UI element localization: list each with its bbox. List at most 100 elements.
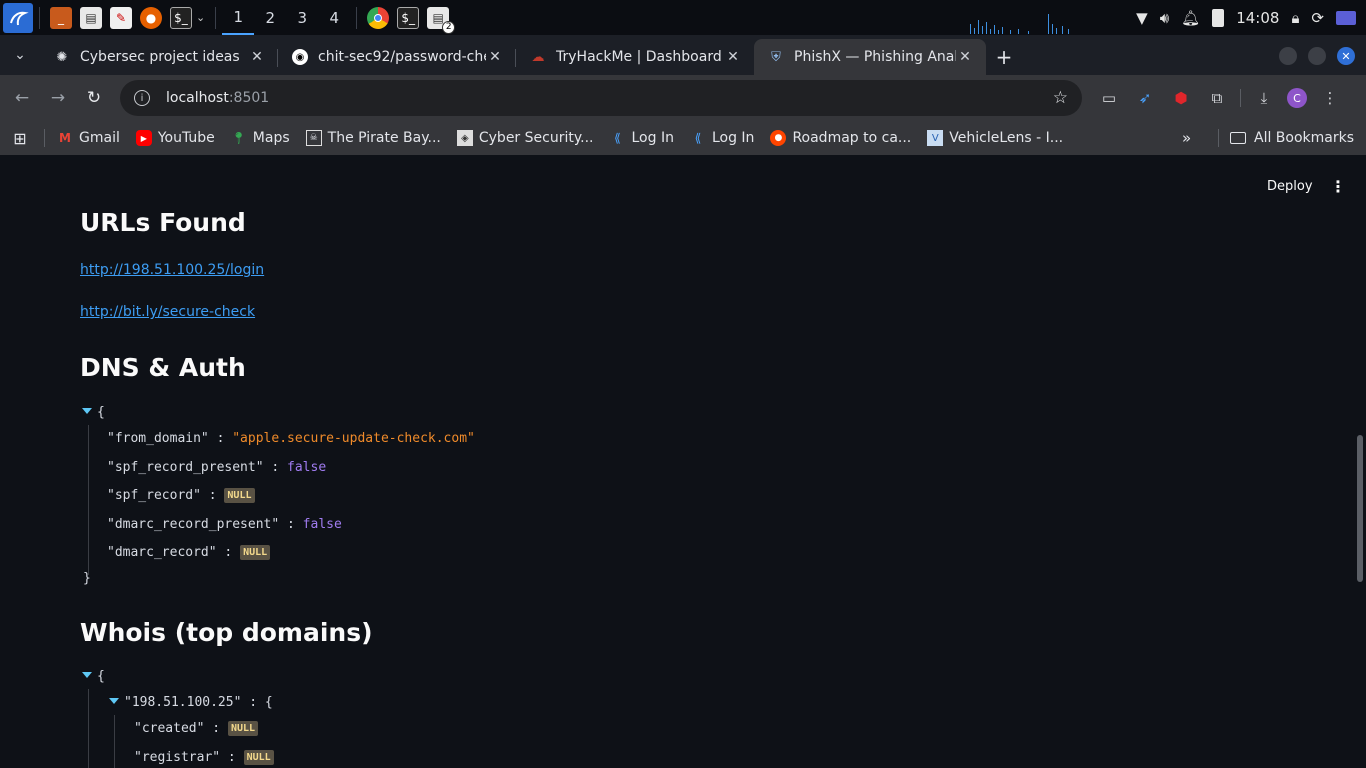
page-scrollbar[interactable] bbox=[1357, 435, 1363, 582]
cursor-extension-icon[interactable]: ➶ bbox=[1132, 85, 1158, 111]
bookmark-login-2[interactable]: ⟪ Log In bbox=[690, 130, 755, 146]
close-icon[interactable]: ✕ bbox=[956, 49, 974, 65]
tab-github-password[interactable]: ◉ chit-sec92/password-che ✕ bbox=[278, 39, 516, 75]
apps-grid-icon[interactable]: ⊞ bbox=[0, 129, 40, 148]
clock[interactable]: 14:08 bbox=[1236, 9, 1279, 27]
ublock-icon[interactable]: ⬢ bbox=[1168, 85, 1194, 111]
json-open-brace: { bbox=[97, 669, 105, 684]
collapse-caret-icon[interactable] bbox=[109, 698, 119, 704]
workspace-4[interactable]: 4 bbox=[318, 0, 350, 35]
bookmark-youtube[interactable]: ▶ YouTube bbox=[135, 130, 215, 146]
json-row-from-domain: "from_domain" : "apple.secure-update-che… bbox=[107, 431, 475, 446]
collapse-caret-icon[interactable] bbox=[82, 408, 92, 414]
json-close-brace: } bbox=[83, 571, 91, 586]
url-text[interactable]: localhost:8501 bbox=[166, 90, 269, 106]
tryhackme-icon: ☁ bbox=[531, 49, 545, 65]
tab-title: PhishX — Phishing Analy bbox=[794, 49, 956, 65]
firefox-icon[interactable]: ● bbox=[140, 6, 162, 29]
tab-tryhackme[interactable]: ☁ TryHackMe | Dashboard ✕ bbox=[516, 39, 754, 75]
profile-avatar[interactable]: C bbox=[1287, 88, 1307, 108]
null-badge: NULL bbox=[224, 488, 255, 503]
all-bookmarks[interactable]: All Bookmarks bbox=[1218, 121, 1354, 155]
urls-found-heading: URLs Found bbox=[80, 208, 246, 237]
tab-title: Cybersec project ideas bbox=[80, 49, 240, 65]
toolbar-divider bbox=[1240, 89, 1241, 107]
close-icon[interactable]: ✕ bbox=[248, 49, 266, 65]
download-icon[interactable]: ⤓ bbox=[1251, 85, 1277, 111]
workspace-3[interactable]: 3 bbox=[286, 0, 318, 35]
display-icon[interactable] bbox=[1336, 10, 1356, 25]
json-open-brace: { bbox=[97, 405, 105, 420]
bookmark-star-icon[interactable]: ☆ bbox=[1053, 88, 1068, 108]
extensions-area: ▭ ➶ ⬢ ⧉ ⤓ C ⋮ bbox=[1096, 80, 1343, 116]
json-row-spf-present: "spf_record_present" : false bbox=[107, 460, 327, 475]
json-guide-line bbox=[88, 425, 89, 575]
wifi-icon[interactable]: ▼ bbox=[1136, 9, 1148, 27]
workspace-2[interactable]: 2 bbox=[254, 0, 286, 35]
chrome-icon[interactable] bbox=[367, 6, 390, 29]
taskbar-divider bbox=[39, 6, 40, 29]
tab-cybersec-ideas[interactable]: ✺ Cybersec project ideas ✕ bbox=[40, 39, 278, 75]
close-window-button[interactable]: ✕ bbox=[1337, 47, 1355, 65]
kali-menu-icon[interactable] bbox=[3, 2, 33, 33]
close-icon[interactable]: ✕ bbox=[724, 49, 742, 65]
files-window-icon[interactable]: ▤ 2 bbox=[427, 6, 456, 34]
reload-icon[interactable]: ↻ bbox=[76, 80, 112, 116]
url-link-1[interactable]: http://198.51.100.25/login bbox=[80, 262, 264, 278]
tab-title: TryHackMe | Dashboard bbox=[556, 49, 722, 65]
json-guide-line bbox=[114, 715, 115, 768]
json-row-registrar: "registrar" : NULL bbox=[134, 750, 274, 765]
collapse-caret-icon[interactable] bbox=[82, 672, 92, 678]
bookmark-roadmap[interactable]: ● Roadmap to ca... bbox=[770, 130, 911, 146]
cybersec-icon: ◈ bbox=[456, 130, 473, 146]
more-bookmarks-chevron-icon[interactable]: » bbox=[1182, 129, 1191, 147]
bookmark-maps[interactable]: 📍︎ Maps bbox=[231, 130, 289, 146]
dns-auth-heading: DNS & Auth bbox=[80, 353, 246, 382]
login-icon: ⟪ bbox=[694, 131, 702, 145]
tab-search-chevron-icon[interactable]: ⌄ bbox=[0, 35, 40, 75]
bookmark-cybersecurity[interactable]: ◈ Cyber Security... bbox=[456, 130, 594, 146]
main-menu-kebab-icon[interactable]: ⋮ bbox=[1330, 177, 1346, 196]
tab-groups-icon[interactable]: ▭ bbox=[1096, 85, 1122, 111]
workspace-1[interactable]: 1 bbox=[222, 0, 255, 35]
extensions-puzzle-icon[interactable]: ⧉ bbox=[1204, 85, 1230, 111]
site-info-icon[interactable]: i bbox=[134, 90, 150, 106]
minimize-button[interactable] bbox=[1279, 47, 1297, 65]
terminal-icon[interactable]: $_ bbox=[170, 6, 192, 29]
text-editor-icon[interactable]: ✎ bbox=[110, 6, 132, 29]
terminal-window-icon[interactable]: $_ bbox=[397, 6, 420, 29]
deploy-button[interactable]: Deploy bbox=[1267, 179, 1313, 194]
battery-icon[interactable] bbox=[1212, 8, 1225, 27]
notifications-icon[interactable]: 🔔︎ bbox=[1181, 9, 1200, 27]
chevron-down-icon[interactable]: ⌄ bbox=[196, 11, 205, 24]
json-row-created: "created" : NULL bbox=[134, 721, 259, 736]
gmail-icon: M bbox=[59, 131, 71, 145]
close-icon[interactable]: ✕ bbox=[486, 49, 504, 65]
forward-arrow-icon[interactable]: → bbox=[40, 80, 76, 116]
piratebay-icon: ☠ bbox=[305, 130, 322, 146]
window-count-badge: 2 bbox=[442, 20, 456, 34]
null-badge: NULL bbox=[240, 545, 271, 560]
new-tab-button[interactable]: + bbox=[986, 39, 1022, 75]
back-arrow-icon[interactable]: ← bbox=[4, 80, 40, 116]
address-bar[interactable]: i localhost:8501 ☆ bbox=[120, 80, 1082, 116]
file-manager-icon[interactable]: ▤ bbox=[80, 6, 102, 29]
lock-icon[interactable]: 🔒︎ bbox=[1291, 9, 1299, 27]
logout-icon[interactable]: ⟳ bbox=[1311, 9, 1324, 27]
volume-icon[interactable]: 🔊︎ bbox=[1160, 9, 1169, 27]
menu-kebab-icon[interactable]: ⋮ bbox=[1317, 85, 1343, 111]
maximize-button[interactable] bbox=[1308, 47, 1326, 65]
taskbar-divider bbox=[356, 6, 358, 29]
json-row-domain: "198.51.100.25" : { bbox=[124, 695, 273, 710]
youtube-icon: ▶ bbox=[135, 130, 152, 146]
bookmark-piratebay[interactable]: ☠ The Pirate Bay... bbox=[305, 130, 441, 146]
os-taskbar: _ ▤ ✎ ● $_ ⌄ 1 2 3 4 $_ ▤ 2 ▼ 🔊︎ 🔔︎ 14:08… bbox=[0, 0, 1366, 35]
reddit-icon: ● bbox=[770, 130, 787, 146]
tab-phishx[interactable]: ⛨ PhishX — Phishing Analy ✕ bbox=[754, 39, 986, 75]
bookmark-login-1[interactable]: ⟪ Log In bbox=[610, 130, 674, 146]
bookmark-gmail[interactable]: M Gmail bbox=[57, 130, 120, 146]
terminal-folder-icon[interactable]: _ bbox=[50, 6, 72, 29]
url-link-2[interactable]: http://bit.ly/secure-check bbox=[80, 304, 255, 320]
bookmark-vehiclelens[interactable]: V VehicleLens - I... bbox=[927, 130, 1063, 146]
network-activity-graph bbox=[970, 14, 1069, 34]
